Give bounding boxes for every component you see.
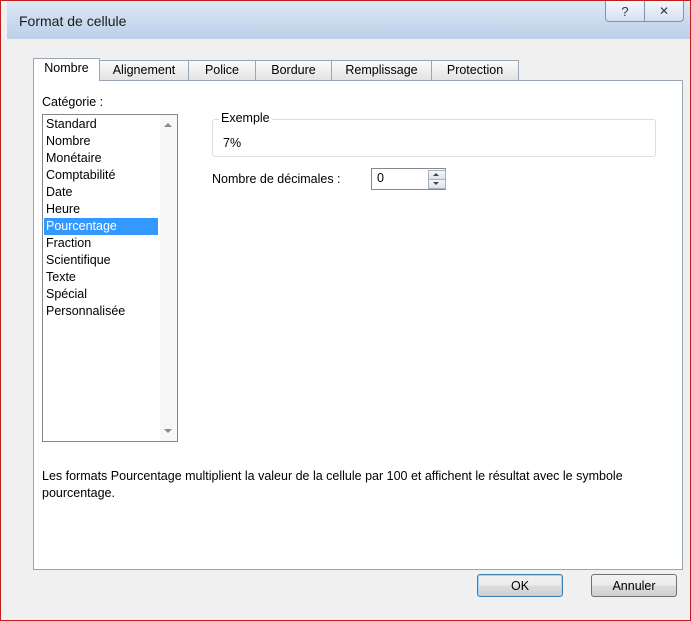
list-item[interactable]: Personnalisée (44, 303, 158, 320)
number-tab-panel: Catégorie : Standard Nombre Monétaire Co… (33, 80, 683, 570)
tab-remplissage[interactable]: Remplissage (331, 60, 432, 80)
close-button[interactable]: ✕ (644, 1, 684, 22)
list-item-selected[interactable]: Pourcentage (44, 218, 158, 235)
decimal-places-value[interactable]: 0 (377, 171, 384, 185)
example-value: 7% (223, 136, 242, 150)
category-label: Catégorie : (42, 95, 104, 109)
category-listbox[interactable]: Standard Nombre Monétaire Comptabilité D… (42, 114, 178, 442)
arrow-up-icon (433, 173, 439, 176)
format-cells-dialog: Format de cellule ? ✕ Nombre Alignement … (0, 0, 691, 621)
list-item[interactable]: Nombre (44, 133, 158, 150)
decimal-places-stepper[interactable]: 0 (371, 168, 446, 190)
tab-nombre[interactable]: Nombre (33, 58, 100, 81)
category-scrollbar[interactable] (160, 115, 177, 441)
dialog-title: Format de cellule (19, 13, 127, 29)
arrow-down-icon (433, 182, 439, 185)
list-item[interactable]: Heure (44, 201, 158, 218)
list-item[interactable]: Scientifique (44, 252, 158, 269)
help-icon: ? (621, 3, 629, 19)
list-item[interactable]: Spécial (44, 286, 158, 303)
format-description: Les formats Pourcentage multiplient la v… (42, 469, 623, 500)
list-item[interactable]: Date (44, 184, 158, 201)
title-bar[interactable]: Format de cellule ? ✕ (7, 1, 690, 39)
scroll-down-icon[interactable] (164, 429, 172, 433)
stepper-buttons (428, 170, 446, 189)
tab-police[interactable]: Police (188, 60, 256, 80)
close-icon: ✕ (658, 4, 670, 18)
list-item[interactable]: Standard (44, 116, 158, 133)
example-group: Exemple 7% (212, 111, 656, 157)
decrement-button[interactable] (428, 179, 446, 189)
tab-protection[interactable]: Protection (431, 60, 519, 80)
list-item[interactable]: Texte (44, 269, 158, 286)
list-item[interactable]: Fraction (44, 235, 158, 252)
dialog-body: Nombre Alignement Police Bordure Remplis… (19, 39, 687, 615)
tab-bordure[interactable]: Bordure (255, 60, 332, 80)
decimal-places-label: Nombre de décimales : (212, 172, 341, 186)
scroll-up-icon[interactable] (164, 123, 172, 127)
tab-alignement[interactable]: Alignement (99, 60, 189, 80)
list-item[interactable]: Monétaire (44, 150, 158, 167)
cancel-button[interactable]: Annuler (591, 574, 677, 597)
ok-button[interactable]: OK (477, 574, 563, 597)
list-item[interactable]: Comptabilité (44, 167, 158, 184)
example-label: Exemple (219, 111, 272, 125)
help-button[interactable]: ? (605, 1, 645, 22)
category-items: Standard Nombre Monétaire Comptabilité D… (44, 116, 158, 320)
